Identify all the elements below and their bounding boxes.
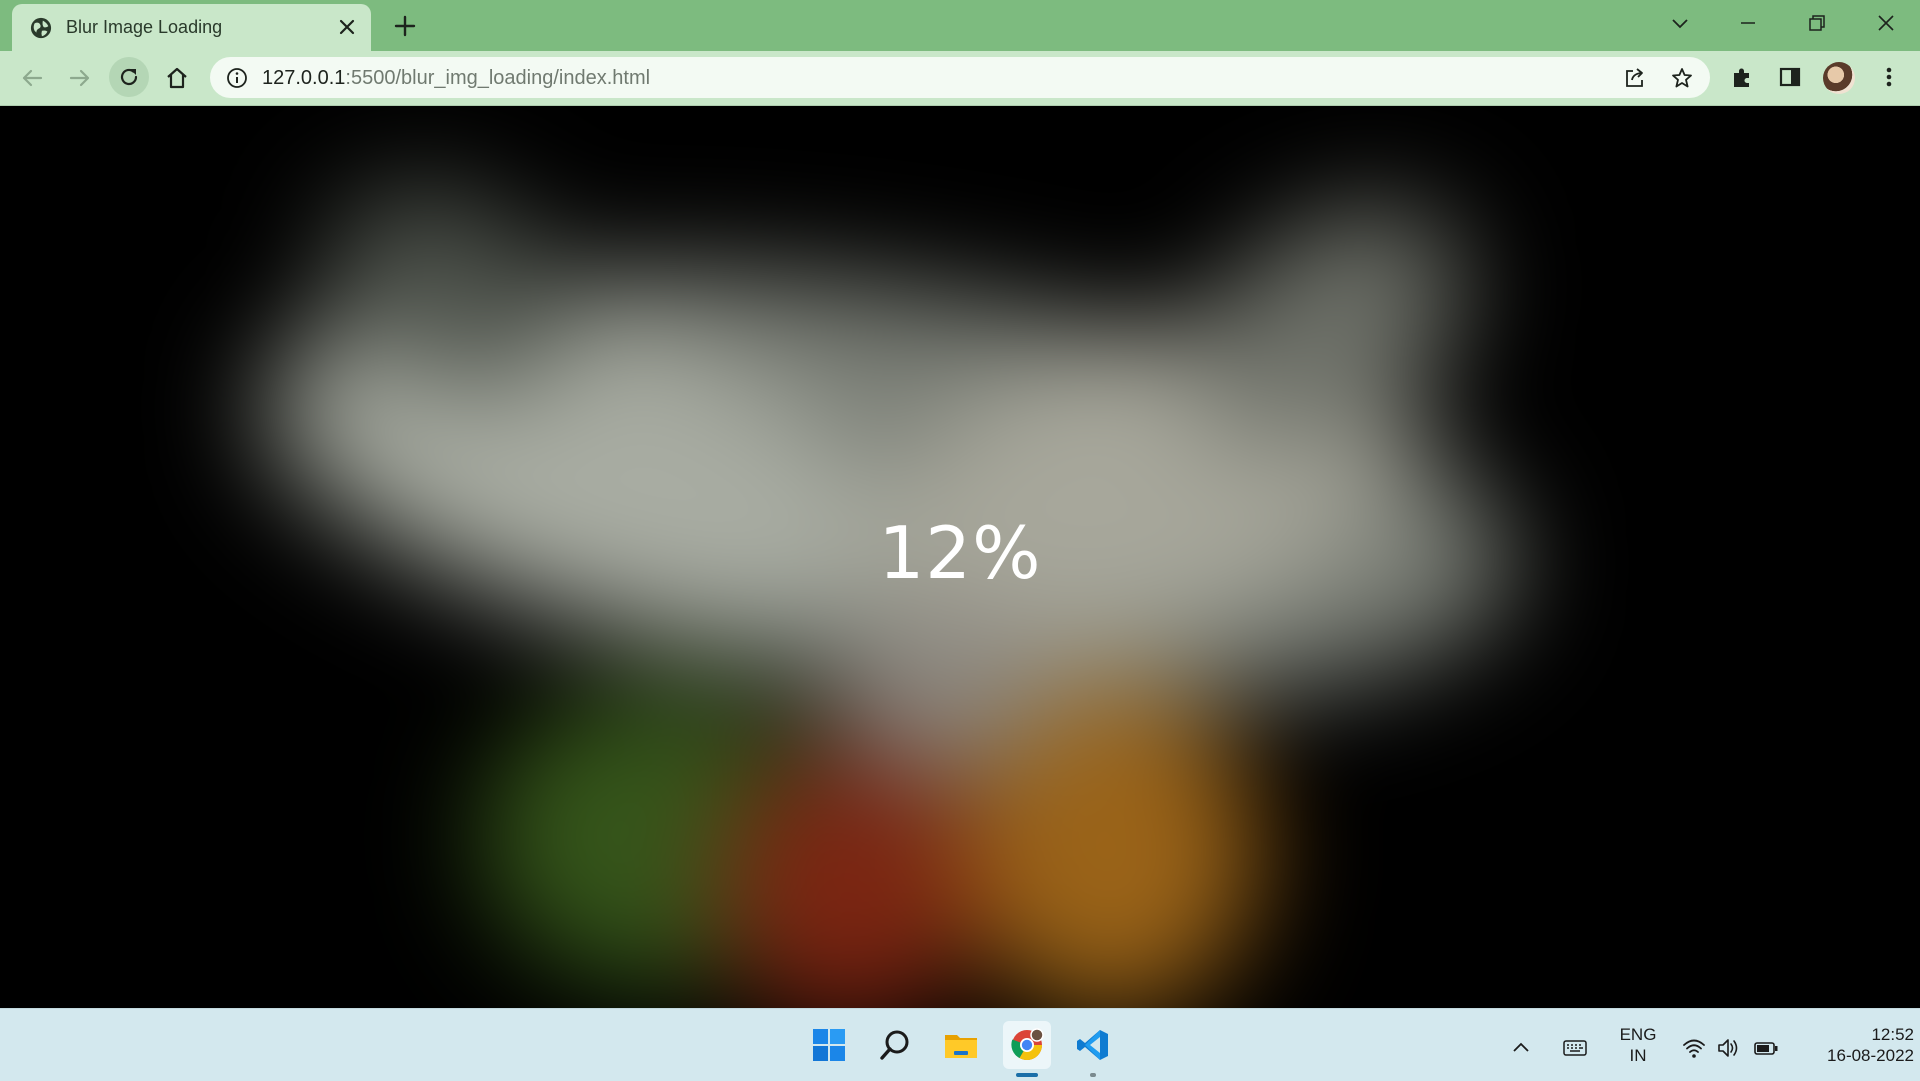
page-viewport: 12% (0, 106, 1920, 1008)
running-app-indicator (1090, 1073, 1096, 1077)
taskbar: ENG IN 12:52 16-08-2022 (0, 1008, 1920, 1081)
input-language-indicator[interactable]: ENG IN (1614, 1024, 1662, 1066)
close-tab-icon[interactable] (338, 18, 356, 36)
tab-search-chevron-icon[interactable] (1665, 10, 1695, 36)
file-explorer-button[interactable] (937, 1021, 985, 1069)
side-panel-icon[interactable] (1777, 64, 1803, 90)
tab-title: Blur Image Loading (66, 17, 223, 37)
tab-strip: Blur Image Loading (0, 0, 1920, 51)
minimize-icon[interactable] (1733, 10, 1763, 36)
chevron-up-icon[interactable] (1508, 1035, 1534, 1061)
reload-icon (120, 68, 138, 86)
more-menu-icon[interactable] (1876, 64, 1902, 90)
bookmark-star-icon[interactable] (1670, 66, 1694, 90)
url-path: :5500/blur_img_loading/index.html (345, 67, 651, 89)
url-text: 127.0.0.1:5500/blur_img_loading/index.ht… (262, 67, 650, 90)
search-button[interactable] (871, 1021, 919, 1069)
url-host: 127.0.0.1 (262, 67, 346, 89)
keyboard-icon[interactable] (1562, 1035, 1588, 1061)
wifi-icon[interactable] (1681, 1035, 1707, 1061)
folder-icon (945, 1035, 977, 1058)
close-window-icon[interactable] (1871, 10, 1901, 36)
browser-tab-active[interactable]: Blur Image Loading (12, 4, 371, 51)
home-icon[interactable] (162, 63, 192, 93)
profile-avatar[interactable] (1823, 62, 1855, 94)
chrome-icon (1011, 1028, 1044, 1061)
windows-logo-icon (813, 1029, 845, 1061)
active-app-indicator (1016, 1073, 1038, 1077)
address-bar[interactable]: 127.0.0.1:5500/blur_img_loading/index.ht… (210, 57, 1710, 98)
language-code: ENG (1619, 1025, 1657, 1044)
reload-button[interactable] (109, 57, 149, 97)
system-clock[interactable]: 12:52 16-08-2022 (1790, 1024, 1914, 1066)
restore-icon[interactable] (1802, 10, 1832, 36)
globe-icon (30, 17, 52, 39)
new-tab-icon[interactable] (392, 13, 418, 39)
search-icon (880, 1030, 909, 1060)
browser-toolbar: 127.0.0.1:5500/blur_img_loading/index.ht… (0, 51, 1920, 106)
chrome-button[interactable] (1003, 1021, 1051, 1069)
back-arrow-icon[interactable] (17, 63, 47, 93)
language-region: IN (1629, 1046, 1647, 1065)
loading-percentage: 12% (878, 511, 1042, 595)
start-button[interactable] (805, 1021, 853, 1069)
volume-icon[interactable] (1716, 1035, 1742, 1061)
vscode-button[interactable] (1069, 1021, 1117, 1069)
site-info-icon[interactable] (226, 67, 248, 89)
battery-icon[interactable] (1753, 1035, 1779, 1061)
forward-arrow-icon[interactable] (65, 63, 95, 93)
vscode-icon (1077, 1030, 1108, 1060)
clock-time: 12:52 (1871, 1025, 1914, 1044)
extensions-puzzle-icon[interactable] (1729, 64, 1755, 90)
clock-date: 16-08-2022 (1827, 1046, 1914, 1065)
share-icon[interactable] (1622, 66, 1646, 90)
